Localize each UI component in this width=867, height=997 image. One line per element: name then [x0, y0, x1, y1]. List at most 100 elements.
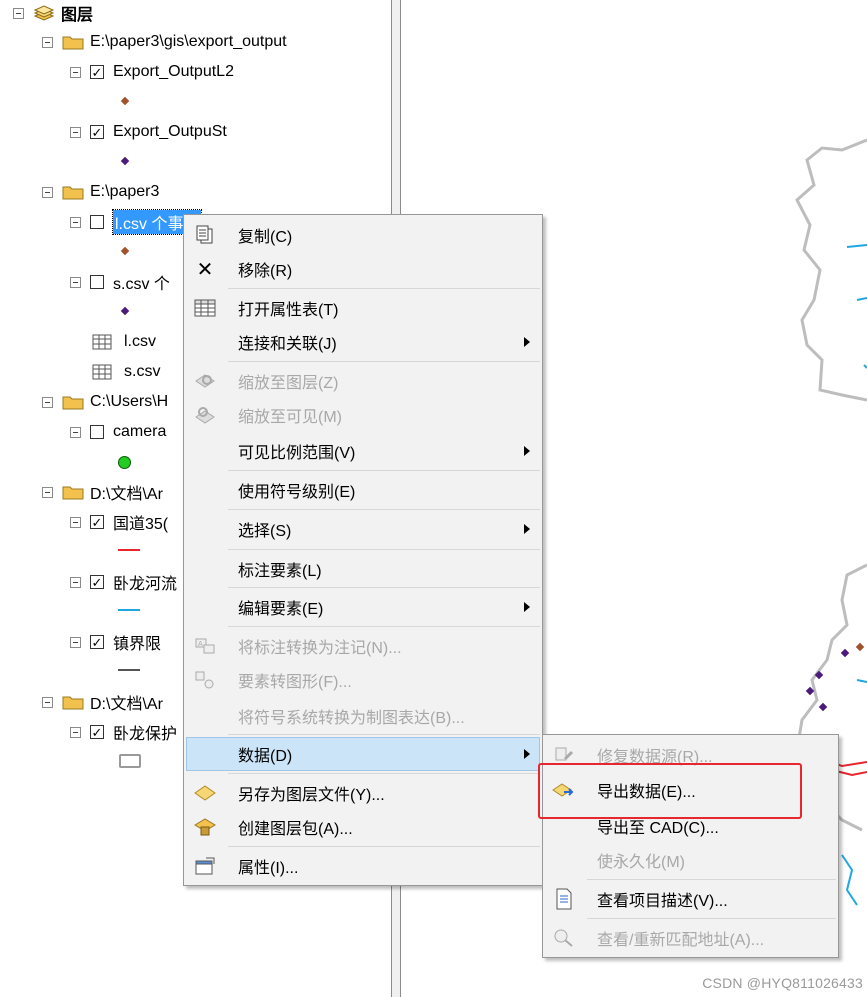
collapse-icon[interactable] — [70, 126, 81, 138]
menu-item-label: 连接和关联(J) — [238, 336, 337, 353]
collapse-icon[interactable] — [70, 726, 81, 738]
menu-item-use-symbol-levels[interactable]: 使用符号级别(E) — [186, 473, 540, 507]
polygon-symbol-icon — [119, 754, 141, 768]
collapse-icon[interactable] — [42, 36, 53, 48]
properties-icon — [192, 854, 218, 878]
menu-separator — [228, 549, 540, 550]
toc-table-row[interactable]: l.csv — [92, 329, 156, 355]
line-symbol-icon — [118, 549, 140, 551]
menu-separator — [228, 288, 540, 289]
toc-group-row[interactable]: D:\文档\Ar — [42, 689, 163, 715]
menu-item-label: 打开属性表(T) — [238, 302, 339, 319]
point-feature — [814, 670, 824, 680]
collapse-icon[interactable] — [42, 396, 53, 408]
river-segment — [856, 297, 867, 301]
menu-item-visible-scale-range[interactable]: 可见比例范围(V) — [186, 434, 540, 468]
layer-checkbox[interactable]: ✓ — [90, 515, 104, 529]
folder-icon — [62, 486, 84, 500]
toc-layer-row[interactable]: ✓ Export_OutputL2 — [70, 59, 234, 85]
collapse-icon[interactable] — [70, 66, 81, 78]
menu-item-properties[interactable]: 属性(I)... — [186, 849, 540, 883]
menu-separator — [228, 509, 540, 510]
layer-checkbox[interactable]: ✓ — [90, 65, 104, 79]
collapse-icon[interactable] — [42, 486, 53, 498]
toc-layer-row[interactable]: ✓ 卧龙河流 — [70, 569, 177, 595]
line-symbol-icon — [118, 609, 140, 611]
annotation-highlight-box — [538, 763, 802, 819]
collapse-icon[interactable] — [70, 426, 81, 438]
menu-item-label: 复制(C) — [238, 229, 293, 246]
menu-item-save-as-layer-file[interactable]: 另存为图层文件(Y)... — [186, 776, 540, 810]
toc-table-row[interactable]: s.csv — [92, 359, 160, 385]
menu-item-selection[interactable]: 选择(S) — [186, 512, 540, 546]
menu-item-label-features[interactable]: 标注要素(L) — [186, 552, 540, 586]
menu-item-remove[interactable]: ✕ 移除(R) — [186, 252, 540, 286]
menu-separator — [228, 773, 540, 774]
checkmark-icon: ✓ — [91, 124, 103, 140]
toc-layer-row[interactable]: ✓ Export_OutpuSt — [70, 119, 227, 145]
toc-layer-row[interactable]: ✓ 卧龙保护 — [70, 719, 177, 745]
collapse-icon[interactable] — [42, 186, 53, 198]
toc-group-row[interactable]: E:\paper3\gis\export_output — [42, 29, 287, 55]
river-segment — [846, 244, 867, 248]
toc-group-row[interactable]: C:\Users\H — [42, 389, 168, 415]
menu-item-review-rematch-addresses[interactable]: 查看/重新匹配地址(A)... — [545, 921, 836, 955]
menu-item-features-to-graphics[interactable]: 要素转图形(F)... — [186, 663, 540, 697]
menu-item-zoom-to-layer[interactable]: 缩放至图层(Z) — [186, 364, 540, 398]
toc-group-row[interactable]: D:\文档\Ar — [42, 479, 163, 505]
menu-item-data[interactable]: 数据(D) — [186, 737, 540, 771]
layer-checkbox[interactable]: ✓ — [90, 725, 104, 739]
menu-item-label: 查看/重新匹配地址(A)... — [597, 932, 765, 949]
menu-item-edit-features[interactable]: 编辑要素(E) — [186, 590, 540, 624]
layer-checkbox[interactable] — [90, 215, 104, 229]
menu-item-make-permanent[interactable]: 使永久化(M) — [545, 843, 836, 877]
table-label: s.csv — [124, 363, 161, 380]
menu-item-label: 创建图层包(A)... — [238, 821, 353, 838]
menu-item-convert-labels[interactable]: A 将标注转换为注记(N)... — [186, 629, 540, 663]
menu-item-convert-symbology[interactable]: 将符号系统转换为制图表达(B)... — [186, 699, 540, 733]
toc-group-row[interactable]: E:\paper3 — [42, 179, 159, 205]
layer-label: Export_OutpuSt — [113, 123, 227, 140]
submenu-arrow-icon — [524, 749, 530, 759]
menu-item-label: 缩放至图层(Z) — [238, 375, 339, 392]
layer-checkbox[interactable] — [90, 275, 104, 289]
menu-separator — [587, 879, 836, 880]
menu-item-label: 另存为图层文件(Y)... — [238, 787, 385, 804]
menu-item-view-item-description[interactable]: 查看项目描述(V)... — [545, 882, 836, 916]
toc-root-row[interactable]: 图层 — [13, 0, 93, 26]
layer-label: 卧龙河流 — [113, 576, 178, 593]
point-symbol-icon — [120, 306, 130, 316]
group-label: E:\paper3\gis\export_output — [90, 33, 287, 50]
toc-layer-row[interactable]: s.csv 个 — [70, 269, 170, 295]
layer-checkbox[interactable]: ✓ — [90, 635, 104, 649]
layer-checkbox[interactable]: ✓ — [90, 125, 104, 139]
menu-item-label: 查看项目描述(V)... — [597, 893, 728, 910]
collapse-icon[interactable] — [70, 276, 81, 288]
menu-item-copy[interactable]: 复制(C) — [186, 218, 540, 252]
menu-item-joins-relates[interactable]: 连接和关联(J) — [186, 325, 540, 359]
layer-checkbox[interactable] — [90, 425, 104, 439]
collapse-icon[interactable] — [70, 216, 81, 228]
toc-layer-row[interactable]: ✓ 国道35( — [70, 509, 168, 535]
collapse-icon[interactable] — [70, 636, 81, 648]
collapse-icon[interactable] — [70, 576, 81, 588]
toc-layer-row[interactable]: l.csv 个事件 — [70, 209, 203, 235]
menu-item-label: 编辑要素(E) — [238, 601, 324, 618]
toc-layer-row[interactable]: camera — [70, 419, 166, 445]
menu-item-label: 缩放至可见(M) — [238, 409, 342, 426]
menu-item-open-attribute-table[interactable]: 打开属性表(T) — [186, 291, 540, 325]
collapse-icon[interactable] — [13, 7, 24, 19]
layer-checkbox[interactable]: ✓ — [90, 575, 104, 589]
menu-separator — [228, 470, 540, 471]
group-label: C:\Users\H — [90, 393, 169, 410]
checkmark-icon: ✓ — [91, 514, 103, 530]
collapse-icon[interactable] — [42, 696, 53, 708]
menu-item-zoom-to-visible[interactable]: 缩放至可见(M) — [186, 398, 540, 432]
menu-item-create-layer-package[interactable]: 创建图层包(A)... — [186, 810, 540, 844]
folder-icon — [62, 396, 84, 410]
collapse-icon[interactable] — [70, 516, 81, 528]
svg-text:A: A — [198, 640, 203, 648]
point-feature — [840, 648, 850, 658]
menu-item-label: 移除(R) — [238, 263, 293, 280]
toc-layer-row[interactable]: ✓ 镇界限 — [70, 629, 161, 655]
